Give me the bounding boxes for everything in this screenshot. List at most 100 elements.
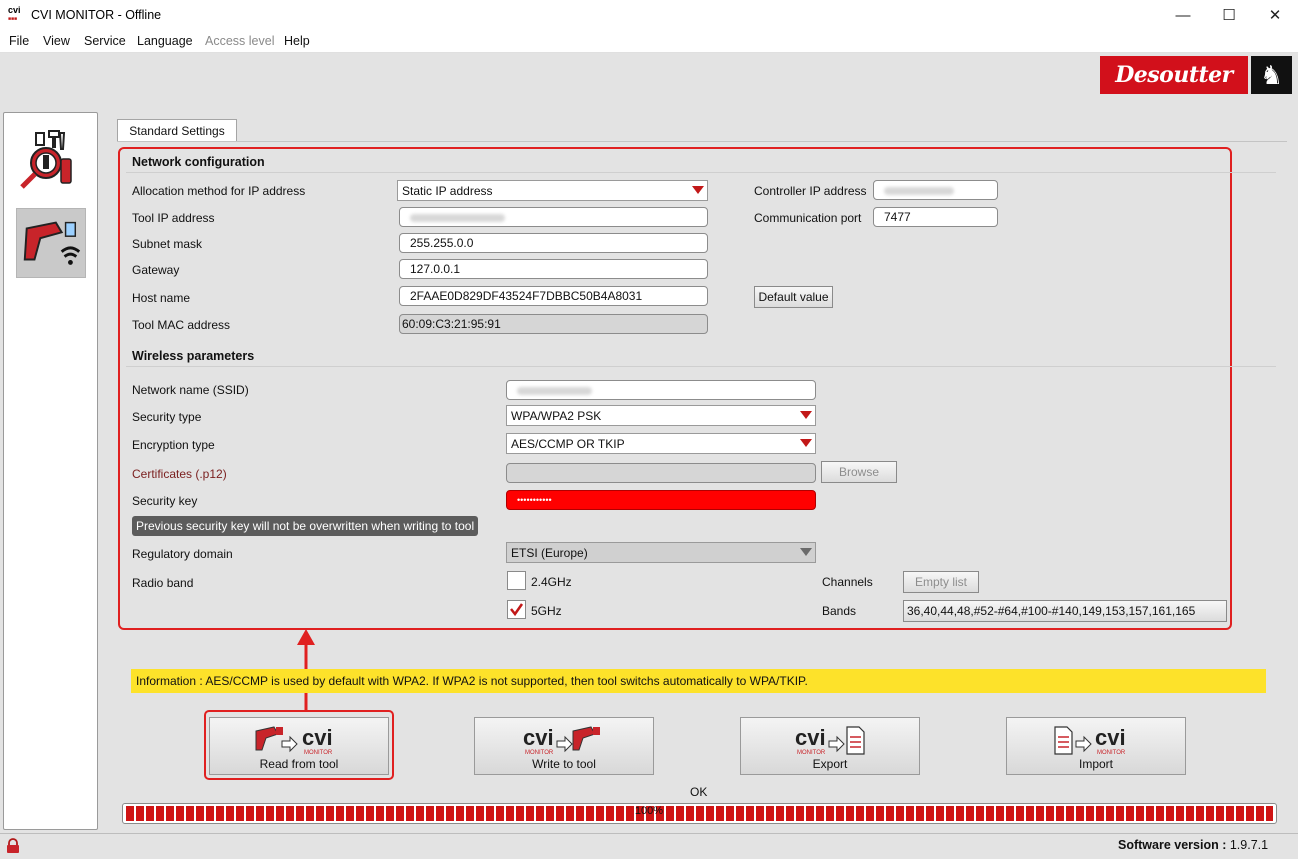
svg-text:MONITOR: MONITOR <box>797 750 826 756</box>
menu-language[interactable]: Language <box>137 34 193 48</box>
horse-logo-icon: ♞ <box>1251 56 1292 94</box>
sidebar-item-wireless-tool[interactable] <box>16 208 86 278</box>
allocation-value: Static IP address <box>402 184 493 198</box>
port-label: Communication port <box>754 211 862 225</box>
wireless-params-title: Wireless parameters <box>132 349 255 363</box>
browse-button: Browse <box>821 461 897 483</box>
write-to-tool-button[interactable]: cvi MONITOR Write to tool <box>474 717 654 775</box>
allocation-select[interactable]: Static IP address <box>397 180 708 201</box>
security-key-note: Previous security key will not be overwr… <box>132 516 479 536</box>
svg-text:cvi: cvi <box>302 725 333 750</box>
regulatory-select: ETSI (Europe) <box>506 542 816 563</box>
bands-value[interactable]: 36,40,44,48,#52-#64,#100-#140,149,153,15… <box>903 600 1227 622</box>
certificates-field <box>506 463 816 483</box>
band-5-label: 5GHz <box>531 604 562 618</box>
section-divider <box>126 366 1276 367</box>
tab-divider <box>117 141 1287 142</box>
read-from-tool-label: Read from tool <box>259 757 339 771</box>
write-to-tool-icon: cvi MONITOR <box>523 725 600 756</box>
gateway-label: Gateway <box>132 263 180 277</box>
read-from-tool-icon: cvi MONITOR <box>255 725 333 756</box>
svg-text:MONITOR: MONITOR <box>525 750 554 756</box>
security-type-select[interactable]: WPA/WPA2 PSK <box>506 405 816 426</box>
port-field[interactable]: 7477 <box>873 207 998 227</box>
minimize-button[interactable]: — <box>1160 0 1206 30</box>
menu-view[interactable]: View <box>43 34 70 48</box>
regulatory-value: ETSI (Europe) <box>511 546 588 560</box>
wireless-tool-icon <box>23 221 81 265</box>
brand-logo: Desoutter <box>1100 56 1248 94</box>
security-key-field[interactable]: ••••••••••• <box>506 490 816 510</box>
ssid-label: Network name (SSID) <box>132 383 249 397</box>
allocation-label: Allocation method for IP address <box>132 184 306 198</box>
menu-file[interactable]: File <box>9 34 29 48</box>
security-key-label: Security key <box>132 494 198 508</box>
write-to-tool-label: Write to tool <box>532 757 596 771</box>
bands-label: Bands <box>822 604 857 618</box>
svg-text:MONITOR: MONITOR <box>304 750 333 756</box>
checkmark-icon <box>510 603 524 617</box>
tool-ip-label: Tool IP address <box>132 211 215 225</box>
mac-label: Tool MAC address <box>132 318 231 332</box>
menu-help[interactable]: Help <box>284 34 310 48</box>
mac-field: 60:09:C3:21:95:91 <box>399 314 708 334</box>
software-version: Software version : 1.9.7.1 <box>1118 838 1268 852</box>
controller-ip-label: Controller IP address <box>754 184 867 198</box>
dropdown-caret-icon <box>800 411 812 419</box>
host-name-label: Host name <box>132 291 191 305</box>
tab-standard-settings[interactable]: Standard Settings <box>117 119 237 141</box>
subnet-field[interactable]: 255.255.0.0 <box>399 233 708 253</box>
dropdown-caret-icon <box>800 548 812 556</box>
sidebar-item-controller-settings[interactable] <box>16 125 86 195</box>
app-icon-text: cvi <box>8 5 21 15</box>
export-button[interactable]: cvi MONITOR Export <box>740 717 920 775</box>
redacted-value <box>517 386 592 395</box>
svg-text:cvi: cvi <box>1095 725 1126 750</box>
tool-ip-field[interactable] <box>399 207 708 227</box>
default-value-button[interactable]: Default value <box>754 286 833 308</box>
svg-text:MONITOR: MONITOR <box>1097 750 1126 756</box>
redacted-value <box>884 186 954 195</box>
band-24-checkbox[interactable] <box>507 571 526 590</box>
security-type-value: WPA/WPA2 PSK <box>511 409 602 423</box>
redacted-value <box>410 213 505 222</box>
dropdown-caret-icon <box>800 439 812 447</box>
certificates-label: Certificates (.p12) <box>132 467 227 481</box>
host-name-field[interactable]: 2FAAE0D829DF43524F7DBBC50B4A8031 <box>399 286 708 306</box>
gateway-field[interactable]: 127.0.0.1 <box>399 259 708 279</box>
controller-ip-field[interactable] <box>873 180 998 200</box>
info-bar: Information : AES/CCMP is used by defaul… <box>131 669 1266 693</box>
window-title: CVI MONITOR - Offline <box>31 8 162 22</box>
network-config-title: Network configuration <box>132 155 265 169</box>
close-button[interactable]: ✕ <box>1252 0 1298 30</box>
channels-label: Channels <box>822 575 873 589</box>
encryption-label: Encryption type <box>132 438 215 452</box>
progress-text: 100% <box>634 805 664 817</box>
import-label: Import <box>1078 757 1113 771</box>
version-label: Software version : <box>1118 838 1227 852</box>
dropdown-caret-icon <box>692 186 704 194</box>
menu-access-level: Access level <box>205 34 275 48</box>
maximize-button[interactable]: ☐ <box>1206 0 1252 30</box>
subnet-label: Subnet mask <box>132 237 203 251</box>
section-divider <box>126 172 1276 173</box>
import-button[interactable]: cvi MONITOR Import <box>1006 717 1186 775</box>
read-from-tool-button[interactable]: cvi MONITOR Read from tool <box>209 717 389 775</box>
title-bar <box>0 0 1298 30</box>
menu-bar <box>0 30 1298 53</box>
band-24-label: 2.4GHz <box>531 575 572 589</box>
export-label: Export <box>812 757 848 771</box>
ssid-field[interactable] <box>506 380 816 400</box>
encryption-value: AES/CCMP OR TKIP <box>511 437 625 451</box>
encryption-select[interactable]: AES/CCMP OR TKIP <box>506 433 816 454</box>
export-icon: cvi MONITOR <box>795 725 865 756</box>
lock-icon <box>7 838 19 853</box>
svg-text:cvi: cvi <box>795 725 826 750</box>
regulatory-label: Regulatory domain <box>132 547 233 561</box>
app-icon: cvi ■■■ <box>8 5 21 23</box>
status-message: OK <box>690 785 708 799</box>
menu-service[interactable]: Service <box>84 34 126 48</box>
import-icon: cvi MONITOR <box>1054 725 1126 756</box>
svg-text:cvi: cvi <box>523 725 554 750</box>
band-5-checkbox[interactable] <box>507 600 526 619</box>
